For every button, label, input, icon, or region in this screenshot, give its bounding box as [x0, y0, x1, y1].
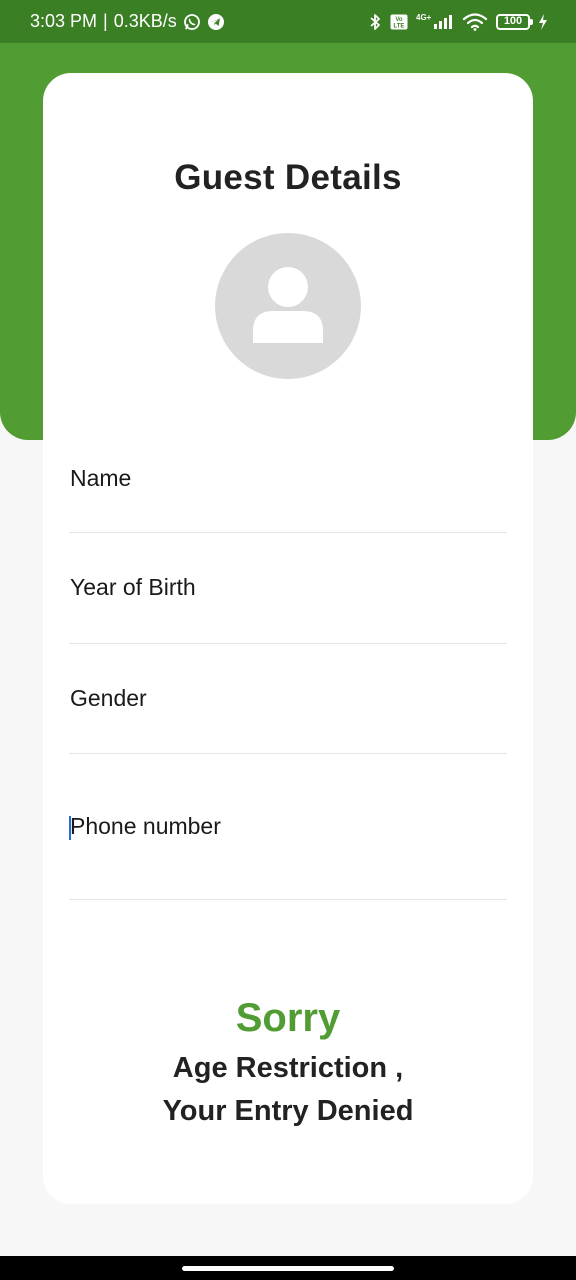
home-indicator[interactable] — [182, 1266, 394, 1271]
status-right: Vo LTE 4G+ 100 — [368, 13, 548, 31]
svg-text:LTE: LTE — [394, 23, 405, 29]
status-separator: | — [103, 11, 108, 31]
svg-text:Vo: Vo — [395, 17, 403, 23]
status-bar: 3:03 PM | 0.3KB/s Vo LTE 4G+ 100 — [0, 0, 576, 43]
status-time: 3:03 PM — [30, 11, 98, 31]
gender-field-label: Gender — [70, 685, 147, 711]
status-left: 3:03 PM | 0.3KB/s — [30, 11, 225, 32]
phone-number-field[interactable]: Phone number — [69, 754, 507, 900]
user-icon — [253, 267, 323, 343]
avatar[interactable] — [215, 233, 361, 379]
bluetooth-icon — [368, 13, 382, 31]
svg-text:4G+: 4G+ — [416, 13, 432, 22]
year-of-birth-field-label: Year of Birth — [70, 574, 196, 600]
volte-icon: Vo LTE — [390, 14, 408, 30]
sorry-title: Sorry — [235, 996, 341, 1040]
year-of-birth-field[interactable]: Year of Birth — [69, 533, 507, 644]
telegram-icon — [207, 13, 225, 31]
page-title: Guest Details — [174, 158, 402, 197]
name-field[interactable]: Name — [69, 440, 507, 533]
entry-denied-text: Your Entry Denied — [162, 1095, 414, 1127]
signal-4g-icon: 4G+ — [416, 13, 454, 31]
navigation-bar — [0, 1256, 576, 1280]
status-speed: 0.3KB/s — [113, 11, 177, 31]
charging-icon — [538, 13, 548, 30]
battery-icon: 100 — [496, 13, 533, 30]
gender-field[interactable]: Gender — [69, 644, 507, 754]
phone-number-field-label: Phone number — [70, 813, 221, 839]
age-restriction-text: Age Restriction , — [172, 1052, 404, 1084]
wifi-icon — [462, 12, 488, 31]
guest-details-screen: 3:03 PM | 0.3KB/s Vo LTE 4G+ 100 Guest D… — [0, 0, 576, 1280]
whatsapp-icon — [183, 13, 201, 31]
name-field-label: Name — [70, 465, 132, 491]
